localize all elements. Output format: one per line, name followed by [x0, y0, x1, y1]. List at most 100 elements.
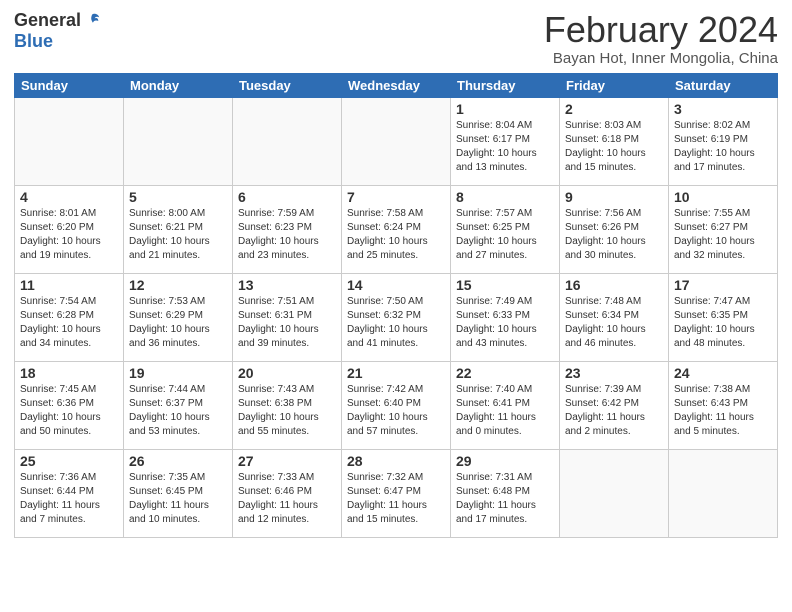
calendar-cell — [560, 449, 669, 537]
subtitle: Bayan Hot, Inner Mongolia, China — [544, 50, 778, 67]
calendar-cell: 12 Sunrise: 7:53 AM Sunset: 6:29 PM Dayli… — [124, 273, 233, 361]
calendar-cell: 25 Sunrise: 7:36 AM Sunset: 6:44 PM Dayli… — [15, 449, 124, 537]
day-info: Sunrise: 7:40 AM Sunset: 6:41 PM Dayligh… — [456, 383, 554, 439]
day-number: 21 — [347, 365, 445, 381]
day-info: Sunrise: 7:49 AM Sunset: 6:33 PM Dayligh… — [456, 295, 554, 351]
day-info: Sunrise: 7:58 AM Sunset: 6:24 PM Dayligh… — [347, 207, 445, 263]
day-info: Sunrise: 8:04 AM Sunset: 6:17 PM Dayligh… — [456, 119, 554, 175]
main-title: February 2024 — [544, 10, 778, 50]
logo-blue-text: Blue — [14, 31, 53, 51]
calendar-cell: 11Sunrise: 7:54 AM Sunset: 6:28 PM Dayli… — [15, 273, 124, 361]
day-info: Sunrise: 7:43 AM Sunset: 6:38 PM Dayligh… — [238, 383, 336, 439]
header: General Blue February 2024 Bayan Hot, In… — [14, 10, 778, 67]
calendar-week-1: 4 Sunrise: 8:01 AM Sunset: 6:20 PM Daylig… — [15, 185, 778, 273]
day-number: 25 — [20, 453, 118, 469]
day-info: Sunrise: 7:55 AM Sunset: 6:27 PM Dayligh… — [674, 207, 772, 263]
calendar-cell: 18 Sunrise: 7:45 AM Sunset: 6:36 PM Dayli… — [15, 361, 124, 449]
logo: General Blue — [14, 10, 101, 52]
calendar-cell: 7 Sunrise: 7:58 AM Sunset: 6:24 PM Daylig… — [342, 185, 451, 273]
col-monday: Monday — [124, 73, 233, 97]
calendar-cell: 2Sunrise: 8:03 AM Sunset: 6:18 PM Daylig… — [560, 97, 669, 185]
day-info: Sunrise: 7:57 AM Sunset: 6:25 PM Dayligh… — [456, 207, 554, 263]
calendar-cell: 17 Sunrise: 7:47 AM Sunset: 6:35 PM Dayli… — [669, 273, 778, 361]
day-info: Sunrise: 8:03 AM Sunset: 6:18 PM Dayligh… — [565, 119, 663, 175]
day-info: Sunrise: 7:44 AM Sunset: 6:37 PM Dayligh… — [129, 383, 227, 439]
calendar-cell: 13 Sunrise: 7:51 AM Sunset: 6:31 PM Dayli… — [233, 273, 342, 361]
calendar-week-2: 11Sunrise: 7:54 AM Sunset: 6:28 PM Dayli… — [15, 273, 778, 361]
day-info: Sunrise: 7:36 AM Sunset: 6:44 PM Dayligh… — [20, 471, 118, 527]
day-info: Sunrise: 7:47 AM Sunset: 6:35 PM Dayligh… — [674, 295, 772, 351]
day-info: Sunrise: 7:45 AM Sunset: 6:36 PM Dayligh… — [20, 383, 118, 439]
calendar-week-4: 25 Sunrise: 7:36 AM Sunset: 6:44 PM Dayli… — [15, 449, 778, 537]
day-number: 5 — [129, 189, 227, 205]
day-number: 18 — [20, 365, 118, 381]
day-number: 19 — [129, 365, 227, 381]
col-saturday: Saturday — [669, 73, 778, 97]
calendar-cell: 20 Sunrise: 7:43 AM Sunset: 6:38 PM Dayli… — [233, 361, 342, 449]
calendar-cell: 21Sunrise: 7:42 AM Sunset: 6:40 PM Dayli… — [342, 361, 451, 449]
calendar-cell: 29Sunrise: 7:31 AM Sunset: 6:48 PM Dayli… — [451, 449, 560, 537]
day-number: 6 — [238, 189, 336, 205]
day-number: 7 — [347, 189, 445, 205]
day-number: 9 — [565, 189, 663, 205]
calendar-cell: 3Sunrise: 8:02 AM Sunset: 6:19 PM Daylig… — [669, 97, 778, 185]
day-number: 24 — [674, 365, 772, 381]
col-wednesday: Wednesday — [342, 73, 451, 97]
day-number: 15 — [456, 277, 554, 293]
day-number: 22 — [456, 365, 554, 381]
day-info: Sunrise: 8:01 AM Sunset: 6:20 PM Dayligh… — [20, 207, 118, 263]
day-info: Sunrise: 7:50 AM Sunset: 6:32 PM Dayligh… — [347, 295, 445, 351]
calendar-cell: 8 Sunrise: 7:57 AM Sunset: 6:25 PM Daylig… — [451, 185, 560, 273]
day-number: 29 — [456, 453, 554, 469]
col-tuesday: Tuesday — [233, 73, 342, 97]
col-friday: Friday — [560, 73, 669, 97]
calendar-cell: 4 Sunrise: 8:01 AM Sunset: 6:20 PM Daylig… — [15, 185, 124, 273]
day-number: 28 — [347, 453, 445, 469]
day-info: Sunrise: 7:56 AM Sunset: 6:26 PM Dayligh… — [565, 207, 663, 263]
calendar-cell: 23Sunrise: 7:39 AM Sunset: 6:42 PM Dayli… — [560, 361, 669, 449]
calendar-cell: 14Sunrise: 7:50 AM Sunset: 6:32 PM Dayli… — [342, 273, 451, 361]
calendar-cell — [233, 97, 342, 185]
day-info: Sunrise: 8:00 AM Sunset: 6:21 PM Dayligh… — [129, 207, 227, 263]
calendar-cell: 10 Sunrise: 7:55 AM Sunset: 6:27 PM Dayli… — [669, 185, 778, 273]
page: General Blue February 2024 Bayan Hot, In… — [0, 0, 792, 612]
day-number: 26 — [129, 453, 227, 469]
day-info: Sunrise: 7:35 AM Sunset: 6:45 PM Dayligh… — [129, 471, 227, 527]
logo-general-text: General — [14, 10, 81, 31]
calendar-cell: 24 Sunrise: 7:38 AM Sunset: 6:43 PM Dayli… — [669, 361, 778, 449]
calendar-cell: 26 Sunrise: 7:35 AM Sunset: 6:45 PM Dayli… — [124, 449, 233, 537]
day-number: 17 — [674, 277, 772, 293]
day-info: Sunrise: 8:02 AM Sunset: 6:19 PM Dayligh… — [674, 119, 772, 175]
day-number: 8 — [456, 189, 554, 205]
day-info: Sunrise: 7:51 AM Sunset: 6:31 PM Dayligh… — [238, 295, 336, 351]
day-info: Sunrise: 7:54 AM Sunset: 6:28 PM Dayligh… — [20, 295, 118, 351]
header-row: Sunday Monday Tuesday Wednesday Thursday… — [15, 73, 778, 97]
col-thursday: Thursday — [451, 73, 560, 97]
day-info: Sunrise: 7:38 AM Sunset: 6:43 PM Dayligh… — [674, 383, 772, 439]
logo-bird-icon — [83, 12, 101, 30]
day-number: 10 — [674, 189, 772, 205]
day-number: 12 — [129, 277, 227, 293]
calendar-cell — [124, 97, 233, 185]
day-number: 20 — [238, 365, 336, 381]
day-info: Sunrise: 7:53 AM Sunset: 6:29 PM Dayligh… — [129, 295, 227, 351]
calendar-cell — [342, 97, 451, 185]
day-number: 27 — [238, 453, 336, 469]
col-sunday: Sunday — [15, 73, 124, 97]
day-info: Sunrise: 7:59 AM Sunset: 6:23 PM Dayligh… — [238, 207, 336, 263]
calendar-cell: 9 Sunrise: 7:56 AM Sunset: 6:26 PM Daylig… — [560, 185, 669, 273]
calendar-cell: 1Sunrise: 8:04 AM Sunset: 6:17 PM Daylig… — [451, 97, 560, 185]
day-info: Sunrise: 7:39 AM Sunset: 6:42 PM Dayligh… — [565, 383, 663, 439]
day-number: 4 — [20, 189, 118, 205]
calendar-cell: 5 Sunrise: 8:00 AM Sunset: 6:21 PM Daylig… — [124, 185, 233, 273]
day-number: 13 — [238, 277, 336, 293]
calendar-cell: 19 Sunrise: 7:44 AM Sunset: 6:37 PM Dayli… — [124, 361, 233, 449]
calendar-cell: 22 Sunrise: 7:40 AM Sunset: 6:41 PM Dayli… — [451, 361, 560, 449]
day-info: Sunrise: 7:48 AM Sunset: 6:34 PM Dayligh… — [565, 295, 663, 351]
calendar-cell: 6 Sunrise: 7:59 AM Sunset: 6:23 PM Daylig… — [233, 185, 342, 273]
day-info: Sunrise: 7:33 AM Sunset: 6:46 PM Dayligh… — [238, 471, 336, 527]
calendar-week-0: 1Sunrise: 8:04 AM Sunset: 6:17 PM Daylig… — [15, 97, 778, 185]
calendar: Sunday Monday Tuesday Wednesday Thursday… — [14, 73, 778, 538]
calendar-cell: 16Sunrise: 7:48 AM Sunset: 6:34 PM Dayli… — [560, 273, 669, 361]
title-block: February 2024 Bayan Hot, Inner Mongolia,… — [544, 10, 778, 67]
